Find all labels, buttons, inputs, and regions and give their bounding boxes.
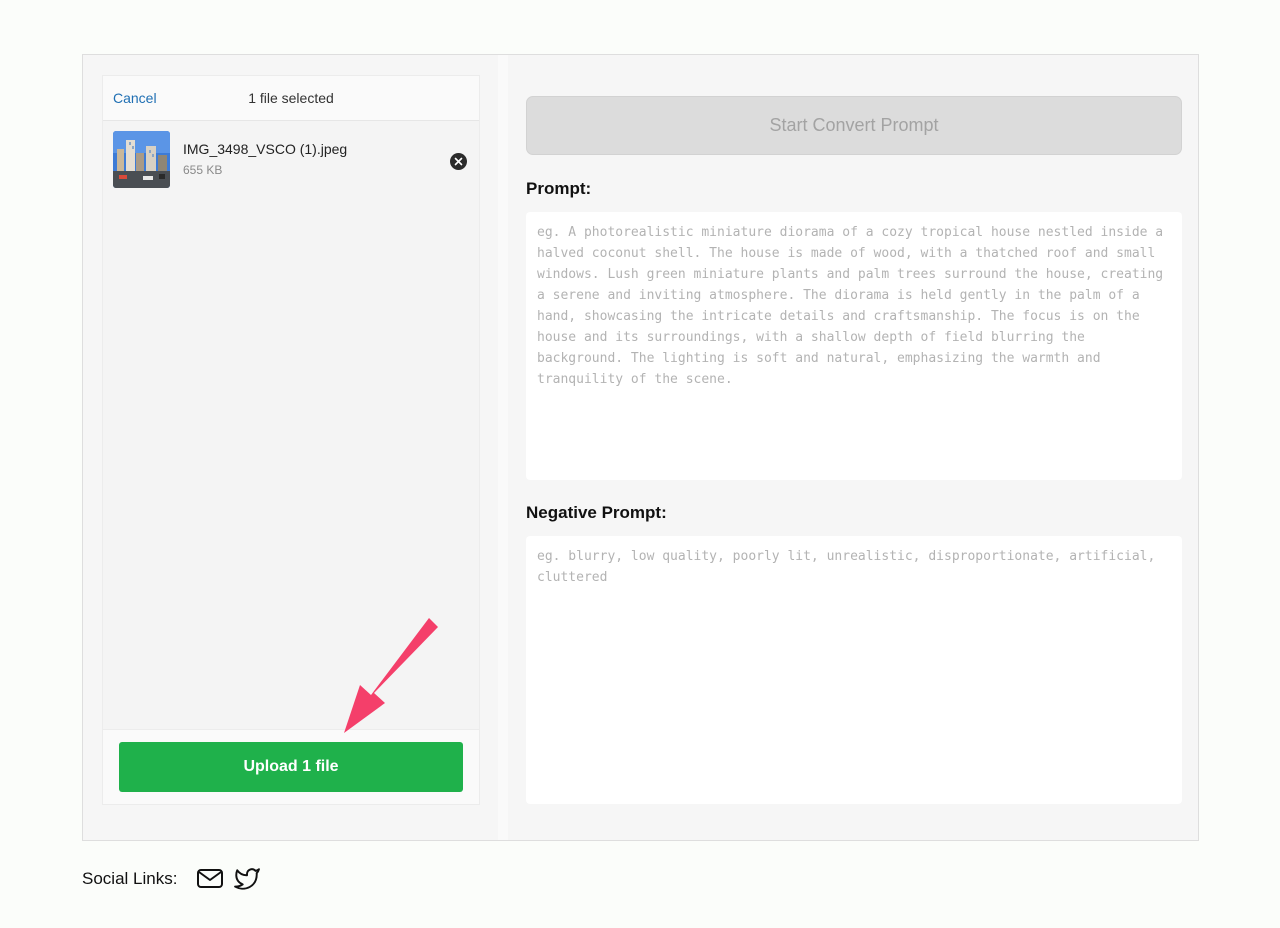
close-icon (454, 157, 463, 166)
uploader-footer: Upload 1 file (103, 729, 479, 804)
file-thumbnail (113, 131, 170, 188)
mail-icon[interactable] (196, 866, 224, 892)
panel-divider (498, 55, 508, 840)
uploader-header: Cancel 1 file selected (103, 76, 479, 121)
twitter-icon[interactable] (233, 866, 261, 892)
selected-count: 1 file selected (248, 90, 334, 106)
social-links-label: Social Links: (82, 869, 178, 888)
converter-frame: Cancel 1 file selected IMG_3498_VSCO (1)… (82, 54, 1199, 841)
negative-prompt-input[interactable] (526, 536, 1182, 804)
start-convert-button[interactable]: Start Convert Prompt (526, 96, 1182, 155)
negative-prompt-label: Negative Prompt: (526, 503, 667, 522)
file-item: IMG_3498_VSCO (1).jpeg 655 KB (113, 131, 469, 191)
file-size: 655 KB (183, 163, 223, 177)
file-name: IMG_3498_VSCO (1).jpeg (183, 141, 348, 157)
prompt-label: Prompt: (526, 179, 592, 198)
pointer-arrow-icon (344, 618, 438, 733)
upload-button[interactable]: Upload 1 file (119, 742, 463, 792)
prompt-input[interactable] (526, 212, 1182, 480)
remove-file-button[interactable] (450, 153, 467, 170)
